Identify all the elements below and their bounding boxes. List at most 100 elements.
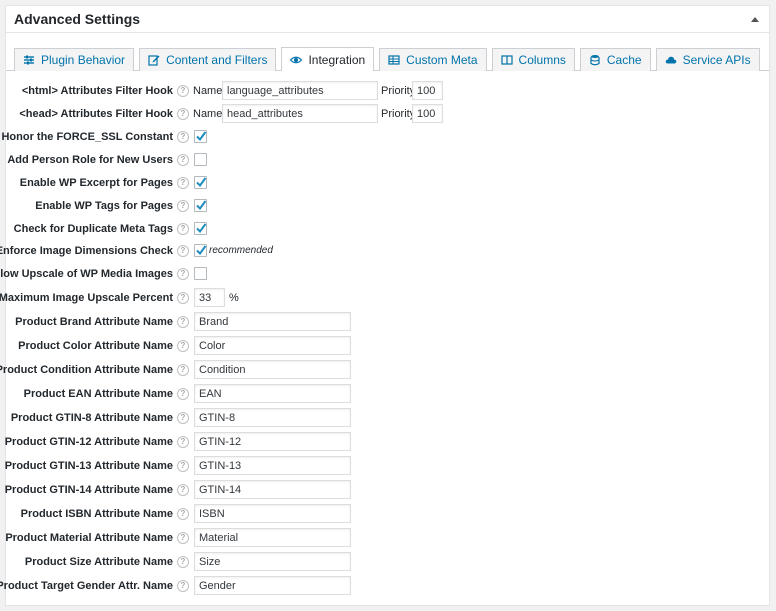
recommended-note: recommended [209,245,273,256]
help-icon[interactable]: ? [177,460,189,472]
tab-label: Custom Meta [406,53,478,67]
person-role-row: Add Person Role for New Users ? [6,150,766,170]
cloud-icon [665,54,677,66]
size-attribute-input[interactable] [194,552,351,571]
tab-label: Plugin Behavior [41,53,126,67]
tab-plugin-behavior[interactable]: Plugin Behavior [14,48,135,71]
head-hook-row: <head> Attributes Filter Hook ? Name: Pr… [6,104,766,124]
attr-row-gtin12: Product GTIN-12 Attribute Name ? [4,432,766,452]
percent-unit: % [229,292,239,304]
head-hook-priority-input[interactable] [412,104,443,123]
isbn-attribute-input[interactable] [194,504,351,523]
dup-meta-checkbox[interactable] [194,222,207,235]
tab-label: Service APIs [682,53,751,67]
upscale-row: Allow Upscale of WP Media Images ? [0,264,766,284]
help-icon[interactable]: ? [177,484,189,496]
help-icon[interactable]: ? [177,108,189,120]
table-icon [388,54,400,66]
tab-label: Content and Filters [166,53,268,67]
force-ssl-checkbox[interactable] [194,130,207,143]
gender-attribute-input[interactable] [194,576,351,595]
help-icon[interactable]: ? [177,223,189,235]
condition-attribute-input[interactable] [194,360,351,379]
help-icon[interactable]: ? [177,177,189,189]
attr-row-isbn: Product ISBN Attribute Name ? [6,504,766,524]
checkmark-icon [196,245,207,256]
setting-label: Enable WP Excerpt for Pages [19,177,173,189]
img-dims-checkbox[interactable] [194,244,207,257]
upscale-percent-input[interactable] [194,288,225,307]
head-hook-name-input[interactable] [222,104,378,123]
collapse-arrow-icon[interactable] [751,16,759,22]
help-icon[interactable]: ? [177,436,189,448]
help-icon[interactable]: ? [177,292,189,304]
setting-label: Product Condition Attribute Name [0,364,173,376]
help-icon[interactable]: ? [177,580,189,592]
attr-row-ean: Product EAN Attribute Name ? [6,384,766,404]
gtin13-attribute-input[interactable] [194,456,351,475]
help-icon[interactable]: ? [177,508,189,520]
color-attribute-input[interactable] [194,336,351,355]
setting-label: Product Target Gender Attr. Name [0,580,173,592]
setting-label: Product EAN Attribute Name [23,388,173,400]
person-role-checkbox[interactable] [194,153,207,166]
upscale-checkbox[interactable] [194,267,207,280]
tab-label: Columns [518,53,566,67]
tab-label: Cache [606,53,642,67]
setting-label: Maximum Image Upscale Percent [0,292,173,304]
help-icon[interactable]: ? [177,154,189,166]
ean-attribute-input[interactable] [194,384,351,403]
help-icon[interactable]: ? [177,532,189,544]
help-icon[interactable]: ? [177,268,189,280]
material-attribute-input[interactable] [194,528,351,547]
setting-label: <html> Attributes Filter Hook [21,85,173,97]
html-hook-row: <html> Attributes Filter Hook ? Name: Pr… [6,81,766,101]
gtin14-attribute-input[interactable] [194,480,351,499]
setting-label: Allow Upscale of WP Media Images [0,268,173,280]
setting-label: Honor the FORCE_SSL Constant [1,131,173,143]
tab-columns[interactable]: Columns [491,48,575,71]
html-hook-priority-input[interactable] [412,81,443,100]
panel-header[interactable]: Advanced Settings [6,6,769,33]
tab-custom-meta[interactable]: Custom Meta [379,48,487,71]
setting-label: Product GTIN-12 Attribute Name [4,436,173,448]
tab-content-and-filters[interactable]: Content and Filters [139,48,277,71]
setting-label: Product Brand Attribute Name [15,316,173,328]
help-icon[interactable]: ? [177,364,189,376]
attr-row-condition: Product Condition Attribute Name ? [0,360,766,380]
help-icon[interactable]: ? [177,340,189,352]
wp-tags-row: Enable WP Tags for Pages ? [6,196,766,216]
help-icon[interactable]: ? [177,412,189,424]
help-icon[interactable]: ? [177,85,189,97]
setting-label: Product ISBN Attribute Name [20,508,173,520]
help-icon[interactable]: ? [177,316,189,328]
setting-label: <head> Attributes Filter Hook [19,108,173,120]
html-hook-name-input[interactable] [222,81,378,100]
name-label: Name: [193,108,226,120]
help-icon[interactable]: ? [177,556,189,568]
tab-bar: Plugin Behavior Content and Filters Inte… [6,41,769,71]
help-icon[interactable]: ? [177,388,189,400]
wp-excerpt-checkbox[interactable] [194,176,207,189]
setting-label: Check for Duplicate Meta Tags [13,223,173,235]
checkmark-icon [196,200,207,211]
gtin12-attribute-input[interactable] [194,432,351,451]
columns-icon [500,54,513,66]
panel-title: Advanced Settings [14,11,141,27]
attr-row-brand: Product Brand Attribute Name ? [6,312,766,332]
checkmark-icon [196,223,207,234]
attr-row-material: Product Material Attribute Name ? [5,528,766,548]
advanced-settings-panel: Advanced Settings Plugin Behavior Conten… [0,5,770,606]
tab-service-apis[interactable]: Service APIs [655,48,760,71]
brand-attribute-input[interactable] [194,312,351,331]
help-icon[interactable]: ? [177,245,189,257]
tab-integration[interactable]: Integration [281,47,375,71]
tab-label: Integration [308,52,366,67]
wp-tags-checkbox[interactable] [194,199,207,212]
help-icon[interactable]: ? [177,200,189,212]
tab-cache[interactable]: Cache [579,48,651,71]
gtin8-attribute-input[interactable] [194,408,351,427]
name-label: Name: [193,85,226,97]
help-icon[interactable]: ? [177,131,189,143]
setting-label: Product Material Attribute Name [5,532,173,544]
